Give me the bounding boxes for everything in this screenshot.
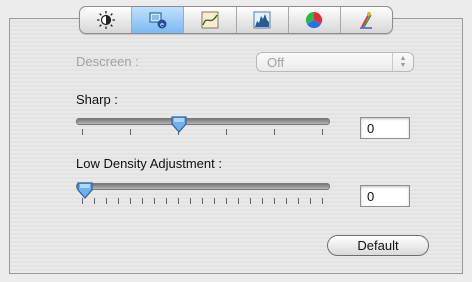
slider-tick: [226, 129, 227, 135]
slider-tick: [166, 198, 167, 204]
slider-tick: [214, 198, 215, 204]
slider-tick: [130, 129, 131, 135]
color-picker-icon: [360, 12, 373, 29]
tab-histogram[interactable]: [237, 7, 289, 33]
slider-tick: [178, 198, 179, 204]
slider-tick: [106, 198, 107, 204]
low-density-value-field[interactable]: 0: [360, 185, 410, 207]
slider-tick: [154, 198, 155, 204]
descreen-select[interactable]: Off ▲ ▼: [256, 52, 414, 72]
sharp-value-field[interactable]: 0: [360, 117, 410, 139]
low-density-slider-thumb[interactable]: [76, 181, 94, 201]
slider-tick: [142, 198, 143, 204]
tab-color-picker[interactable]: [341, 7, 392, 33]
slider-tick: [94, 198, 95, 204]
sharp-label: Sharp :: [76, 92, 118, 107]
toolbar-tabs: e: [79, 6, 393, 34]
svg-text:e: e: [160, 21, 164, 29]
slider-tick: [226, 198, 227, 204]
tab-sharpness[interactable]: e: [132, 7, 185, 33]
slider-tick: [250, 198, 251, 204]
slider-tick: [82, 129, 83, 135]
slider-tick: [310, 198, 311, 204]
sharp-slider-track[interactable]: [76, 118, 330, 125]
slider-tick: [190, 198, 191, 204]
slider-tick: [130, 198, 131, 204]
tone-curve-icon: [201, 11, 219, 29]
tab-color-balance[interactable]: [289, 7, 341, 33]
color-balance-icon: [306, 11, 323, 29]
tab-tone-curve[interactable]: [184, 7, 237, 33]
slider-tick: [274, 198, 275, 204]
default-button[interactable]: Default: [327, 235, 429, 256]
slider-tick: [322, 198, 323, 204]
low-density-slider-ticks: [82, 198, 323, 204]
slider-tick: [322, 129, 323, 135]
slider-tick: [274, 129, 275, 135]
sharp-slider-thumb[interactable]: [170, 115, 188, 135]
descreen-label: Descreen :: [76, 54, 139, 69]
slider-tick: [262, 198, 263, 204]
descreen-value: Off: [267, 55, 285, 70]
sharp-slider-ticks: [82, 129, 323, 135]
brightness-contrast-icon: [96, 11, 115, 29]
slider-tick: [238, 198, 239, 204]
histogram-icon: [253, 11, 271, 29]
slider-tick: [286, 198, 287, 204]
sharpness-icon: e: [149, 12, 167, 29]
slider-tick: [298, 198, 299, 204]
slider-tick: [118, 198, 119, 204]
tab-brightness-contrast[interactable]: [80, 7, 133, 33]
low-density-label: Low Density Adjustment :: [76, 156, 222, 171]
select-arrows-icon: ▲ ▼: [392, 53, 413, 71]
slider-tick: [202, 198, 203, 204]
low-density-slider-track[interactable]: [76, 183, 330, 190]
